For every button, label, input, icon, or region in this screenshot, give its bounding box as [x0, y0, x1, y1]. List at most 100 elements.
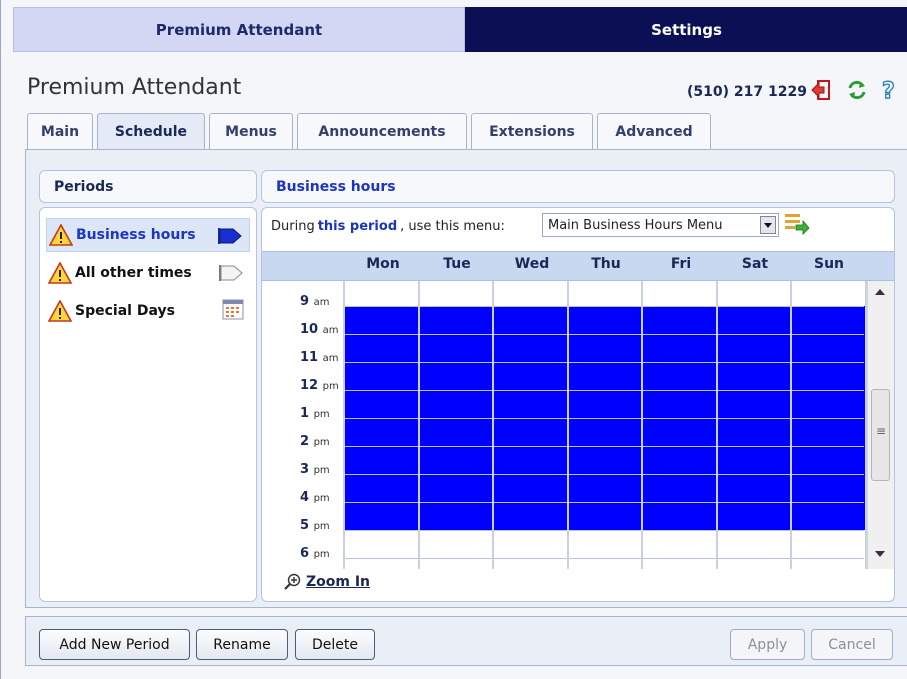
scroll-up-icon[interactable]: [875, 289, 885, 295]
hour-ampm: pm: [313, 437, 330, 448]
svg-text:?: ?: [882, 79, 895, 102]
tab-main[interactable]: Main: [27, 113, 93, 149]
hour-number: 4: [300, 490, 310, 505]
tab-menus[interactable]: Menus: [209, 113, 293, 149]
cancel-button[interactable]: Cancel: [811, 629, 893, 660]
period-item-all-other-times[interactable]: All other times: [46, 256, 250, 290]
day-header: Thu: [591, 256, 621, 272]
hour-ampm: am: [322, 353, 339, 364]
menu-select-value: Main Business Hours Menu: [548, 217, 723, 233]
day-header: Tue: [443, 256, 471, 272]
tab-advanced[interactable]: Advanced: [597, 113, 711, 149]
warning-icon: [48, 300, 72, 322]
hour-label: 2 pm: [300, 434, 330, 449]
period-item-special-days[interactable]: Special Days: [46, 294, 250, 328]
day-gridline: [417, 281, 420, 569]
period-label: Special Days: [75, 303, 175, 319]
hour-number: 6: [300, 546, 310, 561]
apply-button[interactable]: Apply: [730, 629, 805, 660]
page-title: Premium Attendant: [27, 75, 242, 100]
menu-period-link: this period: [317, 218, 398, 234]
hour-gridline: [344, 502, 864, 503]
hour-ampm: pm: [313, 465, 330, 476]
hour-label: 3 pm: [300, 462, 330, 477]
zoom-in-label: Zoom In: [306, 574, 371, 590]
tab-settings[interactable]: Settings: [465, 7, 907, 52]
day-gridline: [641, 281, 643, 569]
day-gridline: [343, 281, 345, 569]
zoom-in-icon: [284, 573, 301, 590]
hour-ampm: pm: [313, 409, 330, 420]
hour-ampm: pm: [313, 549, 330, 560]
zoom-in-link[interactable]: Zoom In: [284, 573, 370, 591]
hour-label: 1 pm: [300, 406, 330, 421]
period-detail-header: Business hours: [261, 170, 895, 203]
day-gridline: [790, 281, 792, 569]
hour-label: 11 am: [300, 350, 339, 365]
hour-number: 2: [300, 434, 310, 449]
help-icon[interactable]: ?: [879, 78, 903, 102]
phone-number: (510) 217 1229: [687, 84, 807, 100]
hour-label: 10 am: [300, 322, 339, 337]
hour-number: 12: [300, 378, 319, 393]
menu-prefix-text: During: [271, 218, 315, 234]
add-new-period-button[interactable]: Add New Period: [39, 629, 190, 660]
day-gridline: [492, 281, 494, 569]
period-label: All other times: [75, 265, 192, 281]
warning-icon: [48, 262, 72, 284]
day-header: Mon: [366, 256, 400, 272]
schedule-scrollbar[interactable]: [867, 281, 894, 569]
periods-list: Business hours All other times Special D…: [39, 207, 257, 602]
hour-gridline: [344, 530, 864, 531]
exit-icon[interactable]: [809, 78, 833, 102]
hour-label: 4 pm: [300, 490, 330, 505]
hour-gridline: [344, 334, 864, 335]
chevron-down-icon[interactable]: [760, 216, 776, 234]
hour-ampm: pm: [313, 521, 330, 532]
hour-gridline: [344, 362, 864, 363]
hour-number: 1: [300, 406, 310, 421]
hour-ampm: am: [322, 325, 339, 336]
hour-number: 5: [300, 518, 310, 533]
calendar-icon[interactable]: [222, 298, 244, 320]
day-header: Fri: [670, 256, 692, 272]
tab-announcements[interactable]: Announcements: [297, 113, 467, 149]
tab-premium-attendant[interactable]: Premium Attendant: [13, 7, 465, 52]
hour-gridline: [344, 474, 864, 475]
warning-icon: [49, 224, 73, 246]
hour-ampm: pm: [322, 381, 339, 392]
hour-ampm: am: [313, 297, 330, 308]
rename-button[interactable]: Rename: [196, 629, 288, 660]
delete-button[interactable]: Delete: [295, 629, 375, 660]
hour-label: 9 am: [300, 294, 329, 309]
hour-gridline: [344, 306, 864, 307]
day-gridline: [715, 281, 718, 569]
premium-attendant-window: Premium Attendant Settings Premium Atten…: [0, 0, 907, 679]
hour-ampm: pm: [313, 493, 330, 504]
edit-menu-icon[interactable]: [784, 211, 810, 235]
hour-number: 9: [300, 294, 310, 309]
refresh-icon[interactable]: [845, 78, 869, 102]
scroll-down-icon[interactable]: [875, 551, 885, 557]
flag-filled-icon[interactable]: [217, 227, 243, 245]
hour-label: 5 pm: [300, 518, 330, 533]
day-header: Wed: [514, 256, 550, 272]
tab-extensions[interactable]: Extensions: [471, 113, 593, 149]
flag-outline-icon[interactable]: [218, 264, 244, 282]
scroll-thumb[interactable]: [871, 389, 890, 481]
menu-select[interactable]: Main Business Hours Menu: [542, 213, 779, 237]
tab-schedule[interactable]: Schedule: [97, 113, 205, 150]
day-header: Sat: [741, 256, 769, 272]
hour-gridline: [344, 418, 864, 419]
hour-gridline: [344, 446, 864, 447]
hour-label: 12 pm: [300, 378, 339, 393]
hour-gridline: [344, 558, 864, 559]
hour-label: 6 pm: [300, 546, 330, 561]
day-gridline: [566, 281, 569, 569]
period-item-business-hours[interactable]: Business hours: [46, 218, 250, 252]
periods-header: Periods: [39, 170, 257, 203]
menu-suffix-text: , use this menu:: [400, 218, 505, 234]
hour-gridline: [344, 390, 864, 391]
hour-number: 3: [300, 462, 310, 477]
schedule-grid[interactable]: 8 am9 am10 am11 am12 pm1 pm2 pm3 pm4 pm5…: [262, 281, 894, 569]
